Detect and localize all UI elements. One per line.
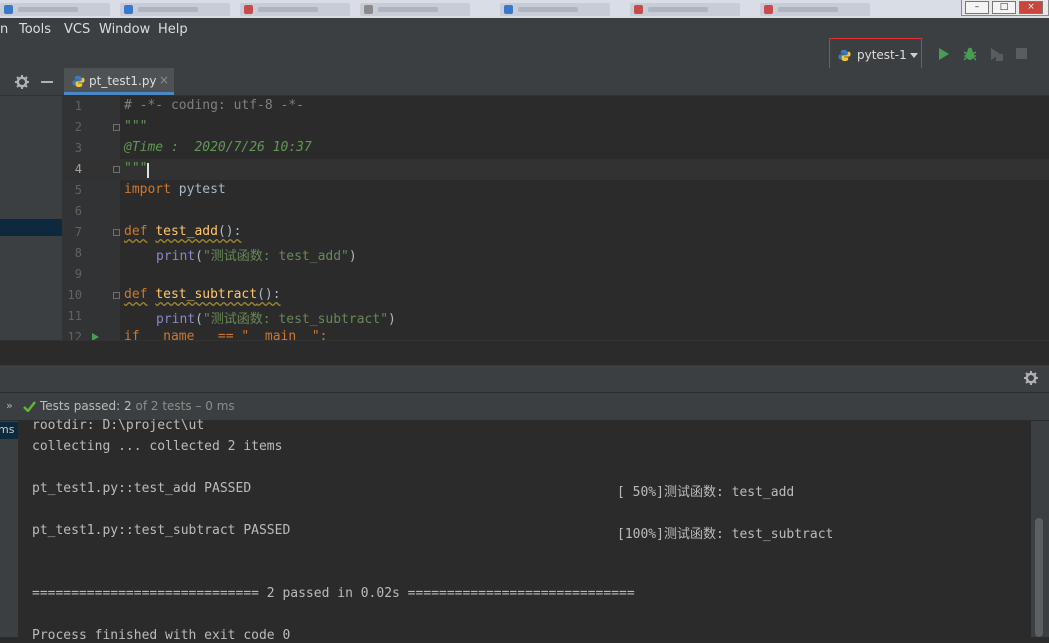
fold-marker-icon[interactable] [113,229,120,236]
window-controls: – □ × [961,0,1049,16]
code-editor[interactable] [120,96,1049,340]
fold-marker-icon[interactable] [113,166,120,173]
line-number: 6 [74,204,82,218]
gear-icon[interactable] [1024,371,1038,385]
code-text: pytest [170,182,226,197]
fold-marker-icon[interactable] [113,292,120,299]
line-number: 2 [74,120,82,134]
code-text: ( [195,249,203,264]
code-text: ( [195,312,203,327]
project-sidebar [0,96,62,340]
os-taskbar-strip: – □ × [0,0,1049,18]
console-line: ============================= 2 passed i… [32,586,635,601]
expand-chevron-icon[interactable]: » [6,399,13,412]
line-number: 3 [74,141,82,155]
console-line: [100%]测试函数: test_subtract [617,527,834,542]
tree-item-label: ms [0,423,15,436]
os-tab[interactable] [240,3,350,16]
console-line: collecting ... collected 2 items [32,439,283,454]
string-literal: "测试函数: test_subtract" [202,312,389,327]
line-number: 11 [67,309,82,323]
line-number: 5 [74,183,82,197]
tests-passed-status: Tests passed: 2 of 2 tests – 0 ms [40,399,235,413]
code-text: (): [217,224,242,239]
debug-icon[interactable] [962,46,978,62]
python-file-icon [72,75,85,88]
close-tab-icon[interactable]: × [159,73,169,87]
tab-pt-test1[interactable]: pt_test1.py × [64,68,174,95]
os-tab[interactable] [760,3,870,16]
menu-item-tools[interactable]: Tools [19,22,51,37]
test-tree-selected-item[interactable]: ms [0,422,18,439]
current-line-highlight [62,159,1049,180]
code-text: (): [257,287,281,302]
line-number: 9 [74,267,82,281]
os-tab[interactable] [120,3,230,16]
chevron-down-icon [910,53,918,58]
check-icon [23,401,36,412]
stop-icon[interactable] [1016,48,1027,59]
code-line: """ [124,119,148,134]
console-line: rootdir: D:\project\ut [32,418,205,433]
os-tab[interactable] [0,3,110,16]
line-number: 7 [74,225,82,239]
line-number: 10 [67,288,82,302]
python-icon [838,49,851,62]
project-tool-header [0,68,62,95]
status-label: Tests passed: [40,399,121,413]
console-line: Process finished with exit code 0 [32,628,291,643]
code-line: print("测试函数: test_add") [156,245,357,264]
os-tab[interactable] [360,3,470,16]
menu-item-vcs[interactable]: VCS [64,22,90,37]
code-line: def test_subtract(): [124,287,281,302]
console-line: pt_test1.py::test_add PASSED [32,481,252,496]
menu-item-help[interactable]: Help [158,22,188,37]
run-tool-header [0,365,1049,392]
keyword: def [124,224,148,239]
code-line: def test_add(): [124,224,241,239]
fold-marker-icon[interactable] [113,124,120,131]
status-detail: of 2 tests – 0 ms [135,399,235,413]
os-tab[interactable] [500,3,610,16]
os-tab[interactable] [630,3,740,16]
coverage-icon[interactable] [988,46,1004,62]
menu-item-navigate[interactable]: n [0,22,8,37]
console-line: [ 50%]测试函数: test_add [617,485,795,500]
code-line: """ [124,161,148,176]
builtin-name: print [156,312,196,327]
code-line: import pytest [124,182,226,197]
code-line: # -*- coding: utf-8 -*- [124,98,305,113]
close-icon[interactable]: × [1019,1,1043,14]
status-count: 2 [124,399,132,413]
maximize-icon[interactable]: □ [992,1,1016,14]
code-text: ) [388,312,396,327]
console-scrollbar-thumb[interactable] [1035,518,1043,637]
builtin-name: print [156,249,196,264]
project-tree-selected-row[interactable] [0,219,62,236]
code-line: if __name__ == "__main__": [124,329,328,340]
line-number: 1 [74,99,82,113]
line-number: 4 [74,162,82,176]
console-line: pt_test1.py::test_subtract PASSED [32,523,291,538]
keyword: import [124,182,171,197]
tab-label: pt_test1.py [89,74,157,88]
function-name: test_subtract [155,287,258,302]
string-literal: "测试函数: test_add" [202,249,349,264]
code-line-clip: if __name__ == "__main__": [62,329,1049,340]
minimize-icon[interactable]: – [965,1,989,14]
menu-item-window[interactable]: Window [99,22,150,37]
code-line: @Time : 2020/7/26 10:37 [124,140,312,155]
keyword: def [124,287,148,302]
text-caret [147,163,149,178]
panel-splitter[interactable] [0,340,1049,366]
test-tree-panel [0,421,18,637]
run-icon[interactable] [938,47,950,61]
code-text: ) [348,249,357,264]
hide-panel-icon[interactable] [41,81,53,83]
run-configuration-label: pytest-1 [857,48,907,62]
line-number: 8 [74,246,82,260]
gear-icon[interactable] [15,75,29,89]
function-name: test_add [155,224,218,239]
code-line: print("测试函数: test_subtract") [156,308,396,327]
